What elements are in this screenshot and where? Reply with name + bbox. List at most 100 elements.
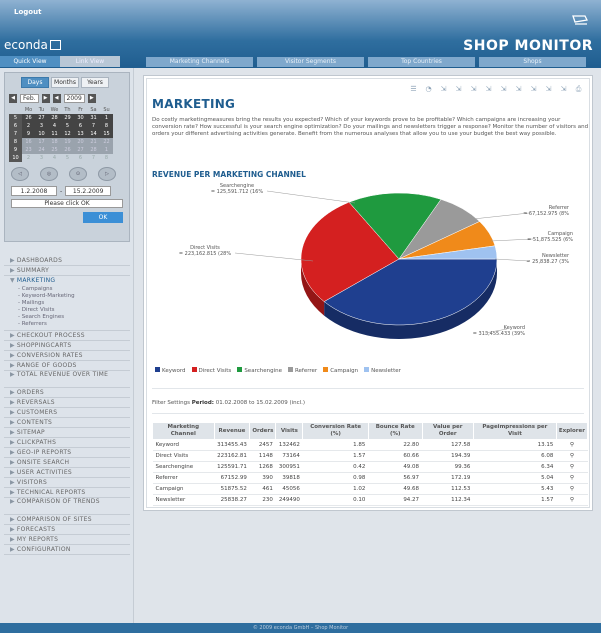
calendar-day[interactable]: 10 xyxy=(35,130,48,138)
nav-item[interactable]: ▶ MY REPORTS xyxy=(4,535,130,545)
week-number[interactable]: 8 xyxy=(9,138,22,146)
nav-item[interactable]: ▶ ORDERS xyxy=(4,388,130,398)
nav-item[interactable]: ▶ COMPARISON OF TRENDS xyxy=(4,498,130,515)
calendar-day[interactable]: 15 xyxy=(100,130,113,138)
export-icon[interactable]: ⇲ xyxy=(498,85,509,95)
calendar-day[interactable]: 29 xyxy=(61,114,74,122)
nav-item[interactable]: ▶ USER ACTIVITIES xyxy=(4,468,130,478)
column-header[interactable]: Visits xyxy=(275,422,304,440)
calendar-day[interactable]: 26 xyxy=(61,146,74,154)
calendar-day[interactable]: 1 xyxy=(100,146,113,154)
nav-sub-item[interactable]: - Direct Visits xyxy=(4,307,130,314)
channel-name-cell[interactable]: Referrer xyxy=(152,472,215,484)
tab-quick-view[interactable]: Quick View xyxy=(0,56,60,67)
calendar-day[interactable]: 17 xyxy=(35,138,48,146)
explorer-icon[interactable]: ⚲ xyxy=(556,494,588,506)
calendar-day[interactable]: 21 xyxy=(87,138,100,146)
calendar-day[interactable]: 6 xyxy=(74,154,87,162)
channel-name-cell[interactable]: Newsletter xyxy=(152,494,215,506)
nav-item[interactable]: ▶ CONTENTS xyxy=(4,418,130,428)
print-icon[interactable]: ⎙ xyxy=(573,85,584,95)
week-number[interactable]: 7 xyxy=(9,130,22,138)
calendar-day[interactable]: 11 xyxy=(48,130,61,138)
export-icon[interactable]: ⇲ xyxy=(528,85,539,95)
calendar-day[interactable]: 31 xyxy=(87,114,100,122)
calendar-day[interactable]: 3 xyxy=(35,154,48,162)
date-from-field[interactable]: 1.2.2008 xyxy=(11,186,57,196)
prev-month-button[interactable]: ◀ xyxy=(9,94,17,103)
calendar-day[interactable]: 5 xyxy=(61,154,74,162)
export-icon[interactable]: ⇲ xyxy=(438,85,449,95)
nav-item[interactable]: ▶ GEO-IP REPORTS xyxy=(4,448,130,458)
explorer-icon[interactable]: ⚲ xyxy=(556,450,588,462)
calendar-day[interactable]: 18 xyxy=(48,138,61,146)
ok-button[interactable]: OK xyxy=(83,212,123,223)
nav-sub-item[interactable]: - Keyword-Marketing xyxy=(4,293,130,300)
explorer-icon[interactable]: ⚲ xyxy=(556,483,588,495)
export-icon[interactable]: ⇲ xyxy=(513,85,524,95)
calendar-day[interactable]: 27 xyxy=(35,114,48,122)
column-header[interactable]: Bounce Rate (%) xyxy=(367,422,423,440)
calendar-day[interactable]: 7 xyxy=(87,154,100,162)
export-icon[interactable]: ⇲ xyxy=(558,85,569,95)
calendar-shortcut-icon[interactable]: ◁ xyxy=(11,167,29,181)
calendar-shortcut-icon[interactable]: ⊙ xyxy=(69,167,87,181)
tab-shops[interactable]: Shops xyxy=(479,57,586,67)
nav-item[interactable]: ▶ SUMMARY xyxy=(4,266,130,276)
calendar-day[interactable]: 12 xyxy=(61,130,74,138)
next-year-button[interactable]: ▶ xyxy=(87,94,96,103)
explorer-icon[interactable]: ⚲ xyxy=(556,461,588,473)
nav-item[interactable]: ▼ MARKETING xyxy=(4,276,130,286)
calendar-day[interactable]: 1 xyxy=(100,114,113,122)
calendar-day[interactable]: 30 xyxy=(74,114,87,122)
calendar-day[interactable]: 13 xyxy=(74,130,87,138)
next-month-button[interactable]: ▶ xyxy=(41,94,50,103)
logout-link[interactable]: Logout xyxy=(14,8,41,16)
nav-item[interactable]: ▶ DASHBOARDS xyxy=(4,256,130,266)
calendar-day[interactable]: 2 xyxy=(22,154,35,162)
calendar-day[interactable]: 26 xyxy=(22,114,35,122)
column-header[interactable]: Conversion Rate (%) xyxy=(302,422,369,440)
tab-years[interactable]: Years xyxy=(81,77,109,88)
nav-item[interactable]: ▶ TECHNICAL REPORTS xyxy=(4,488,130,498)
calendar-day[interactable]: 8 xyxy=(100,122,113,130)
week-number[interactable]: 9 xyxy=(9,146,22,154)
prev-year-button[interactable]: ◀ xyxy=(52,94,61,103)
channel-name-cell[interactable]: Keyword xyxy=(152,439,215,451)
explorer-icon[interactable]: ⚲ xyxy=(556,439,588,451)
channel-name-cell[interactable]: Direct Visits xyxy=(152,450,215,462)
week-number[interactable]: 5 xyxy=(9,114,22,122)
column-header[interactable]: Value per Order xyxy=(421,422,474,440)
calendar-day[interactable]: 7 xyxy=(87,122,100,130)
nav-item[interactable]: ▶ FORECASTS xyxy=(4,525,130,535)
tab-marketing-channels[interactable]: Marketing Channels xyxy=(146,57,253,67)
column-header[interactable]: Pageimpressions per Visit xyxy=(472,422,557,440)
nav-item[interactable]: ▶ CONVERSION RATES xyxy=(4,351,130,361)
nav-item[interactable]: ▶ SHOPPINGCARTS xyxy=(4,341,130,351)
calendar-day[interactable]: 27 xyxy=(74,146,87,154)
tab-days[interactable]: Days xyxy=(21,77,49,88)
nav-item[interactable]: ▶ CLICKPATHS xyxy=(4,438,130,448)
nav-item[interactable]: ▶ REVERSALS xyxy=(4,398,130,408)
calendar-shortcut-icon[interactable]: ◎ xyxy=(40,167,58,181)
calendar-day[interactable]: 2 xyxy=(22,122,35,130)
tab-months[interactable]: Months xyxy=(51,77,79,88)
nav-item[interactable]: ▶ ONSITE SEARCH xyxy=(4,458,130,468)
calendar-day[interactable]: 23 xyxy=(22,146,35,154)
nav-item[interactable]: ▶ SITEMAP xyxy=(4,428,130,438)
calendar-day[interactable]: 5 xyxy=(61,122,74,130)
nav-sub-item[interactable]: - Campaigns xyxy=(4,286,130,293)
year-select[interactable]: 2009 xyxy=(63,94,85,103)
week-number[interactable]: 6 xyxy=(9,122,22,130)
chart-icon[interactable]: ◔ xyxy=(423,85,434,95)
calendar-day[interactable]: 6 xyxy=(74,122,87,130)
explorer-icon[interactable]: ⚲ xyxy=(556,472,588,484)
nav-item[interactable]: ▶ VISITORS xyxy=(4,478,130,488)
export-icon[interactable]: ⇲ xyxy=(483,85,494,95)
date-to-field[interactable]: 15.2.2009 xyxy=(65,186,112,196)
export-icon[interactable]: ⇲ xyxy=(453,85,464,95)
calendar-shortcut-icon[interactable]: ▷ xyxy=(98,167,116,181)
column-header[interactable]: Revenue xyxy=(213,422,251,440)
shopping-cart-icon[interactable] xyxy=(571,14,589,28)
nav-item[interactable]: ▶ TOTAL REVENUE OVER TIME xyxy=(4,371,130,388)
